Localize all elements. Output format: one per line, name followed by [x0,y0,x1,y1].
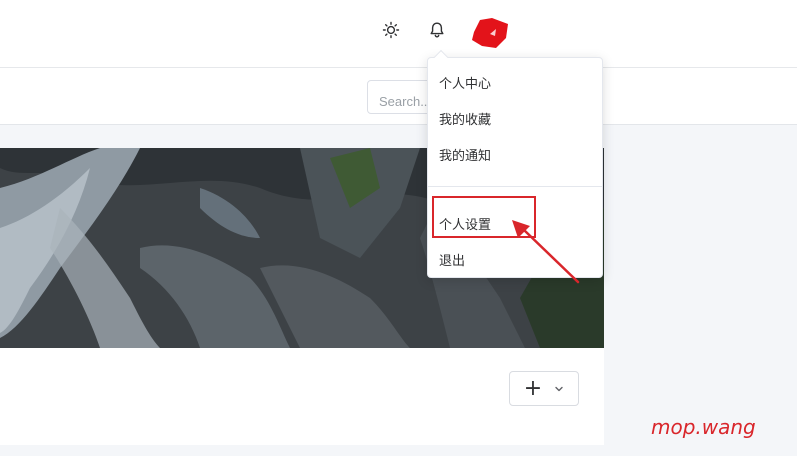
bell-icon[interactable] [425,18,449,42]
top-navbar [0,0,797,68]
menu-divider [428,186,602,187]
user-subtitle [512,35,569,46]
add-button[interactable]: + [509,371,579,406]
menu-item-notifications[interactable]: 我的通知 [428,135,602,171]
user-name [512,16,554,29]
menu-item-profile-center[interactable]: 个人中心 [428,63,602,99]
menu-item-favorites[interactable]: 我的收藏 [428,99,602,135]
sun-icon[interactable] [379,18,403,42]
watermark-text: mop.wang [651,415,756,439]
annotation-arrow [512,220,580,284]
plus-icon: + [523,375,543,401]
avatar-icon[interactable] [470,16,510,50]
chevron-down-icon [555,386,563,391]
toolbar [0,69,797,125]
